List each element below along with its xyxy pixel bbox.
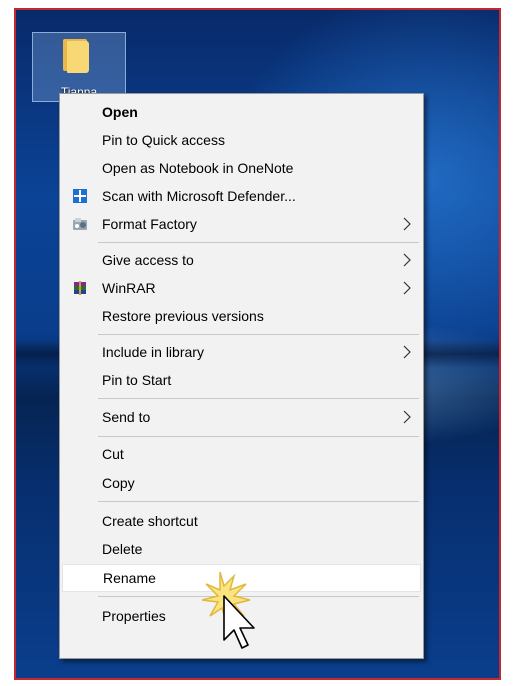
menu-item-create-shortcut[interactable]: Create shortcut	[62, 507, 421, 535]
format-factory-icon	[73, 218, 87, 230]
desktop-folder-tianna[interactable]: Tianna	[32, 32, 126, 102]
menu-item-label: Pin to Quick access	[102, 132, 225, 148]
menu-item-label: WinRAR	[102, 280, 156, 296]
menu-item-label: Properties	[102, 608, 166, 624]
menu-item-scan-with-defender[interactable]: Scan with Microsoft Defender...	[62, 182, 421, 210]
menu-item-label: Cut	[102, 446, 124, 462]
menu-item-label: Open as Notebook in OneNote	[102, 160, 294, 176]
menu-item-label: Rename	[103, 570, 156, 586]
menu-item-open[interactable]: Open	[62, 98, 421, 126]
menu-item-label: Include in library	[102, 344, 204, 360]
menu-item-label: Create shortcut	[102, 513, 198, 529]
menu-item-label: Restore previous versions	[102, 308, 264, 324]
menu-item-send-to[interactable]: Send to	[62, 403, 421, 431]
menu-item-label: Pin to Start	[102, 372, 172, 388]
menu-item-label: Format Factory	[102, 216, 197, 232]
menu-item-label: Open	[102, 104, 138, 120]
winrar-icon	[74, 281, 86, 295]
menu-item-restore-previous-versions[interactable]: Restore previous versions	[62, 302, 421, 330]
screenshot-frame: Tianna Open Pin to Quick access Open as …	[14, 8, 501, 680]
folder-icon	[63, 39, 91, 73]
menu-item-label: Send to	[102, 409, 151, 425]
menu-item-format-factory[interactable]: Format Factory	[62, 210, 421, 238]
chevron-right-icon	[403, 217, 411, 231]
menu-item-label: Scan with Microsoft Defender...	[102, 188, 296, 204]
menu-item-label: Copy	[102, 475, 135, 491]
menu-item-copy[interactable]: Copy	[62, 469, 421, 497]
menu-item-pin-to-start[interactable]: Pin to Start	[62, 366, 421, 394]
menu-separator	[98, 436, 419, 437]
chevron-right-icon	[403, 345, 411, 359]
menu-item-pin-to-quick-access[interactable]: Pin to Quick access	[62, 126, 421, 154]
shield-icon	[73, 189, 87, 203]
chevron-right-icon	[403, 410, 411, 424]
menu-item-winrar[interactable]: WinRAR	[62, 274, 421, 302]
menu-separator	[98, 242, 419, 243]
mouse-pointer-icon	[201, 571, 255, 649]
menu-separator	[98, 334, 419, 335]
chevron-right-icon	[403, 281, 411, 295]
menu-separator	[98, 501, 419, 502]
menu-item-delete[interactable]: Delete	[62, 535, 421, 563]
menu-item-label: Give access to	[102, 252, 194, 268]
menu-item-include-in-library[interactable]: Include in library	[62, 338, 421, 366]
menu-item-cut[interactable]: Cut	[62, 440, 421, 468]
menu-item-give-access-to[interactable]: Give access to	[62, 246, 421, 274]
menu-item-open-as-notebook[interactable]: Open as Notebook in OneNote	[62, 154, 421, 182]
chevron-right-icon	[403, 253, 411, 267]
menu-separator	[98, 398, 419, 399]
menu-item-label: Delete	[102, 541, 143, 557]
